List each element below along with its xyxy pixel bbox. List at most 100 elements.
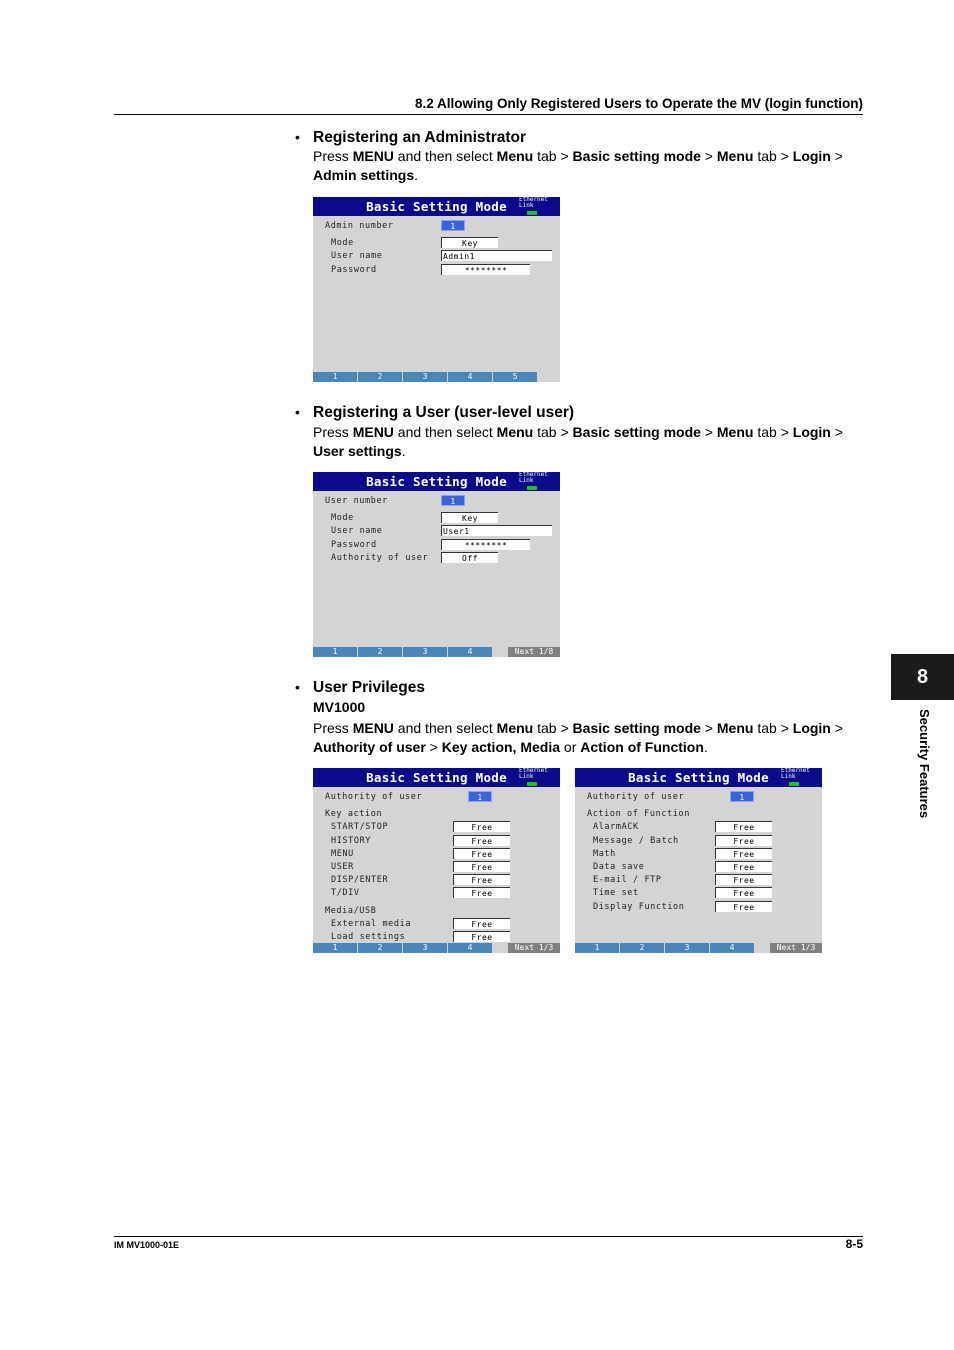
menu-path-term: Menu (496, 720, 534, 736)
softkey-4[interactable]: 4 (710, 943, 754, 953)
instruction-text: or (560, 739, 581, 755)
header-rule (114, 114, 863, 115)
bullet: • (295, 679, 300, 695)
instruction-text: and then select (393, 720, 497, 736)
link-indicator-icon (527, 486, 537, 490)
setting-value-field[interactable]: Key (441, 512, 498, 524)
instruction-text: Press (313, 424, 353, 440)
menu-path-term: Menu (716, 148, 754, 164)
menu-path-term: MENU (352, 424, 394, 440)
ethernet-status: Ethernet Link (519, 768, 548, 780)
setting-value-field[interactable]: ******** (441, 263, 530, 275)
instruction-text: and then select (393, 148, 497, 164)
instruction-text: > (830, 720, 843, 736)
setting-value-field[interactable]: ******** (441, 538, 530, 550)
setting-value-field[interactable]: Free (453, 821, 510, 833)
link-label: Link (781, 773, 796, 780)
softkey-2[interactable]: 2 (358, 943, 402, 953)
setting-value-field[interactable]: Free (453, 834, 510, 846)
softkey-1[interactable]: 1 (313, 647, 357, 657)
instruction-text: > (830, 424, 843, 440)
menu-path-term: Basic setting mode (572, 424, 701, 440)
softkey-3[interactable]: 3 (403, 372, 447, 382)
softkey-2[interactable]: 2 (620, 943, 664, 953)
doc-id: IM MV1000-01E (114, 1240, 180, 1250)
heading-user: Registering a User (user-level user) (313, 404, 575, 421)
link-label: Link (519, 773, 534, 780)
row-label: External media (331, 918, 412, 929)
softkey-1[interactable]: 1 (313, 943, 357, 953)
setting-value-field[interactable]: Free (715, 821, 772, 833)
row-label: Action of Function (587, 809, 690, 820)
softkey-1[interactable]: 1 (575, 943, 619, 953)
instruction-text: . (401, 443, 406, 459)
instruction-text: tab > (533, 720, 573, 736)
setting-value-field[interactable]: Free (715, 874, 772, 886)
link-indicator-icon (527, 211, 537, 215)
setting-value-field[interactable]: Free (715, 847, 772, 859)
menu-path-term: Menu (496, 148, 534, 164)
menu-path-term: Basic setting mode (572, 720, 701, 736)
setting-value-field[interactable]: Free (715, 861, 772, 872)
setting-value-field[interactable]: 1 (468, 791, 492, 802)
setting-value-field[interactable]: Free (715, 834, 772, 846)
softkey-3[interactable]: 3 (665, 943, 709, 953)
setting-value-field[interactable]: Key (441, 237, 498, 249)
row-label: HISTORY (331, 835, 372, 846)
setting-value-field[interactable]: Free (715, 900, 772, 912)
link-indicator-icon (527, 782, 537, 786)
instruction-text: tab > (753, 148, 793, 164)
heading-privileges: User Privileges (313, 679, 426, 696)
setting-value-field[interactable]: Free (453, 874, 510, 886)
softkey-4[interactable]: 4 (448, 647, 492, 657)
setting-value-field[interactable]: Off (441, 551, 498, 563)
row-label: Math (593, 848, 616, 859)
ethernet-status: Ethernet Link (519, 197, 548, 209)
setting-value-field[interactable]: 1 (441, 495, 465, 506)
setting-value-field[interactable]: Admin1 (441, 250, 552, 262)
chapter-label: Security Features (917, 709, 932, 819)
menu-path-term: Key action, Media (441, 739, 561, 755)
bullet: • (295, 129, 300, 145)
setting-value-field[interactable]: Free (453, 887, 510, 899)
softkey-next[interactable]: Next 1/3 (508, 943, 560, 953)
setting-value-field[interactable]: Free (453, 917, 510, 929)
setting-value-field[interactable]: User1 (441, 525, 552, 537)
row-label: Message / Batch (593, 835, 679, 846)
menu-path-term: Admin settings (313, 167, 415, 183)
setting-value-field[interactable]: Free (715, 887, 772, 899)
row-label: START/STOP (331, 822, 389, 833)
softkey-3[interactable]: 3 (403, 647, 447, 657)
menu-path-term: Login (792, 424, 831, 440)
setting-value-field[interactable]: 1 (441, 220, 465, 231)
section-header: 8.2 Allowing Only Registered Users to Op… (414, 96, 863, 111)
row-label: Password (331, 539, 377, 550)
softkey-3[interactable]: 3 (403, 943, 447, 953)
setting-value-field[interactable]: Free (453, 861, 510, 872)
screen-user-settings: Basic Setting Mode Ethernet Link User numbe… (313, 472, 560, 657)
instruction-text: tab > (753, 424, 793, 440)
menu-path-term: Action of Function (580, 739, 704, 755)
footer-rule (114, 1236, 863, 1237)
menu-path-term: Menu (716, 424, 754, 440)
screen-key-action: Basic Setting Mode Ethernet Link Authority … (313, 768, 560, 953)
screen-admin-settings: Basic Setting Mode Ethernet Link Admin numb… (313, 197, 560, 382)
setting-value-field[interactable]: Free (453, 847, 510, 859)
row-label: Key action (325, 809, 383, 820)
setting-value-field[interactable]: Free (453, 931, 510, 942)
softkey-next[interactable]: Next 1/3 (770, 943, 822, 953)
menu-path-term: User settings (313, 443, 402, 459)
softkey-4[interactable]: 4 (448, 372, 492, 382)
softkey-next[interactable]: Next 1/8 (508, 647, 560, 657)
setting-value-field[interactable]: 1 (730, 791, 754, 802)
instruction-text: . (414, 167, 419, 183)
instruction-text: > (425, 739, 442, 755)
row-label: Data save (593, 862, 645, 872)
softkey-1[interactable]: 1 (313, 372, 357, 382)
instruction-text: and then select (393, 424, 497, 440)
instruction-privileges: Press MENU and then select Menu tab > Ba… (313, 719, 873, 757)
softkey-2[interactable]: 2 (358, 647, 402, 657)
softkey-4[interactable]: 4 (448, 943, 492, 953)
softkey-5[interactable]: 5 (493, 372, 537, 382)
softkey-2[interactable]: 2 (358, 372, 402, 382)
